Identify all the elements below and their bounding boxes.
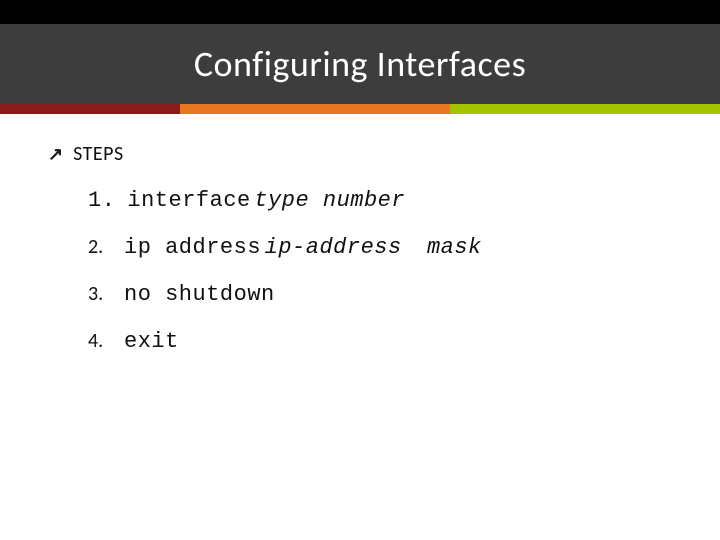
- step-text: interface type number: [127, 188, 405, 213]
- slide-content: ↗ STEPS 1. interface type number 2. ip a…: [0, 114, 720, 354]
- step-text: no shutdown: [124, 282, 275, 307]
- step-number: 2.: [88, 235, 112, 259]
- step-number: 4.: [88, 329, 112, 353]
- step-command: no shutdown: [124, 282, 275, 307]
- step-args-trailing: mask: [427, 235, 482, 260]
- list-item: 1. interface type number: [88, 188, 680, 213]
- list-item: 3. no shutdown: [88, 282, 680, 307]
- step-text: ip address ip-address mask: [124, 235, 482, 260]
- step-number: 1.: [88, 188, 115, 213]
- step-args: ip-address: [265, 235, 402, 260]
- list-item: 4. exit: [88, 329, 680, 354]
- list-item: 2. ip address ip-address mask: [88, 235, 680, 260]
- step-args: type number: [254, 188, 405, 213]
- steps-label: STEPS: [73, 142, 124, 166]
- slide-title: Configuring Interfaces: [194, 42, 526, 86]
- step-command: interface: [127, 188, 250, 213]
- slide-header: Configuring Interfaces: [0, 0, 720, 114]
- stripe-orange: [180, 104, 450, 114]
- arrow-icon: ↗: [48, 145, 63, 163]
- steps-heading-row: ↗ STEPS: [48, 142, 680, 166]
- step-list: 1. interface type number 2. ip address i…: [88, 188, 680, 354]
- step-command: ip address: [124, 235, 261, 260]
- stripe-lime: [450, 104, 720, 114]
- stripe-maroon: [0, 104, 180, 114]
- header-bar-top: [0, 0, 720, 24]
- step-command: exit: [124, 329, 179, 354]
- slide: Configuring Interfaces ↗ STEPS 1. interf…: [0, 0, 720, 540]
- step-number: 3.: [88, 282, 112, 306]
- header-stripes: [0, 104, 720, 114]
- step-text: exit: [124, 329, 179, 354]
- header-bar-title: Configuring Interfaces: [0, 24, 720, 104]
